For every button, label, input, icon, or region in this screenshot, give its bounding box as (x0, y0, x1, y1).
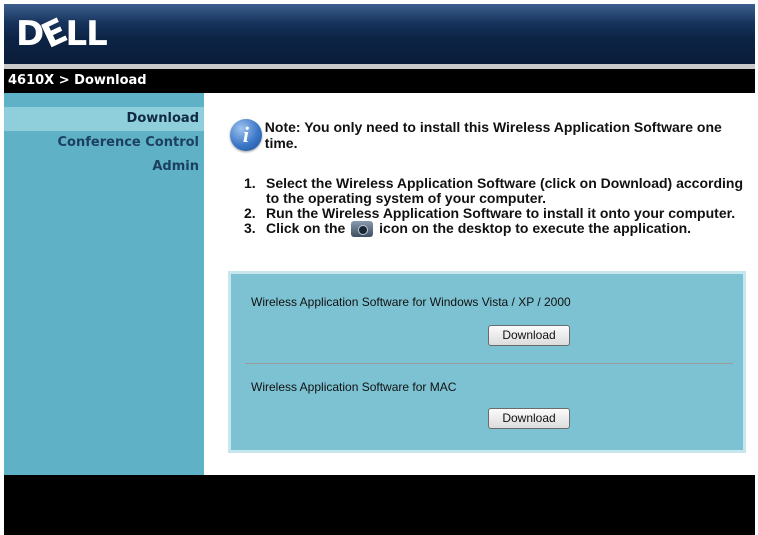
step-text: Select the Wireless Application Software… (266, 175, 744, 206)
footer-bar (4, 475, 755, 535)
breadcrumb: 4610X > Download (4, 69, 755, 93)
main-content: i Note: You only need to install this Wi… (204, 93, 755, 475)
panel-divider (245, 363, 733, 364)
dell-logo: DELL (16, 11, 108, 57)
windows-software-label: Wireless Application Software for Window… (251, 295, 571, 309)
mac-software-label: Wireless Application Software for MAC (251, 380, 457, 394)
step-item: 3. Click on the icon on the desktop to e… (244, 220, 692, 237)
app-frame: DELL 4610X > Download Download Conferenc… (4, 4, 755, 535)
install-note: i Note: You only need to install this Wi… (230, 119, 755, 151)
download-panel: Wireless Application Software for Window… (228, 271, 746, 453)
step-item: 1. Select the Wireless Application Softw… (244, 176, 749, 206)
download-mac-button[interactable]: Download (488, 408, 570, 429)
download-windows-button[interactable]: Download (488, 325, 570, 346)
sidebar-item-download[interactable]: Download (4, 107, 204, 131)
sidebar-item-admin[interactable]: Admin (4, 155, 204, 179)
note-text: Note: You only need to install this Wire… (264, 119, 722, 151)
info-icon: i (230, 119, 262, 151)
step-item: 2. Run the Wireless Application Software… (244, 205, 736, 221)
step-text: Run the Wireless Application Software to… (266, 205, 736, 221)
sidebar-item-conference-control[interactable]: Conference Control (4, 131, 204, 155)
sidebar: Download Conference Control Admin (4, 93, 204, 475)
instruction-steps: 1. Select the Wireless Application Softw… (244, 176, 749, 237)
projector-camera-icon (351, 221, 374, 237)
step-text: Click on the icon on the desktop to exec… (266, 220, 692, 237)
header-banner: DELL (4, 4, 755, 64)
